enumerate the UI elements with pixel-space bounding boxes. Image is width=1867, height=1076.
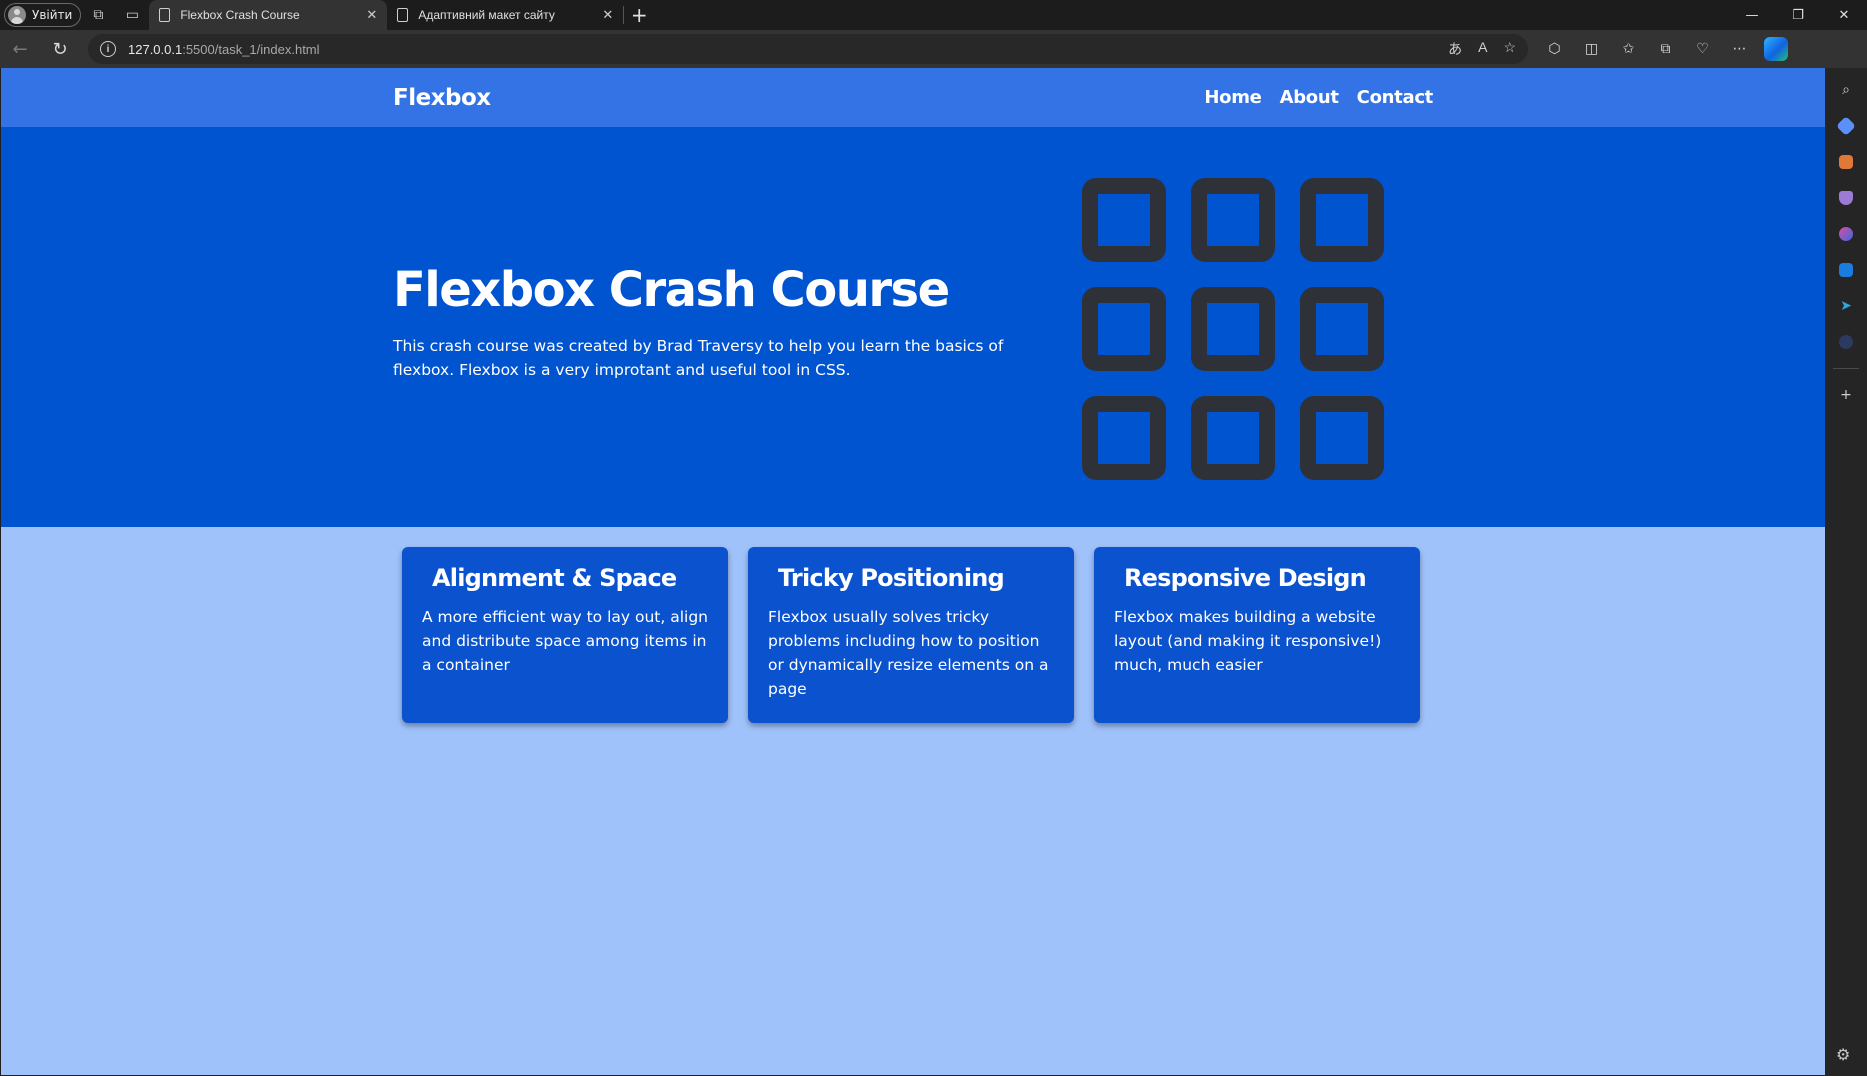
extensions-icon[interactable]: ⬡ bbox=[1536, 30, 1573, 68]
card-title: Alignment & Space bbox=[432, 564, 677, 592]
card-positioning: Tricky Positioning Flexbox usually solve… bbox=[748, 547, 1074, 723]
close-icon[interactable]: ✕ bbox=[602, 7, 613, 23]
close-window-icon[interactable]: ✕ bbox=[1821, 0, 1867, 30]
page-viewport: Flexbox Home About Contact Flexbox Crash… bbox=[1, 68, 1825, 1075]
url-host: 127.0.0.1 bbox=[128, 41, 183, 57]
hero-title: Flexbox Crash Course bbox=[393, 262, 950, 318]
site-info-icon[interactable]: i bbox=[100, 41, 116, 57]
reload-icon[interactable]: ↻ bbox=[40, 30, 80, 68]
url-text[interactable]: 127.0.0.1:5500/task_1/index.html bbox=[128, 42, 320, 57]
navbar-container: Flexbox Home About Contact bbox=[393, 85, 1433, 111]
hero-text: Flexbox Crash Course This crash course w… bbox=[393, 264, 1033, 382]
close-icon[interactable]: ✕ bbox=[366, 7, 377, 23]
hero-showcase: Flexbox Crash Course This crash course w… bbox=[1, 127, 1825, 527]
collections-icon[interactable]: ⧉ bbox=[1647, 30, 1684, 68]
card-text: A more efficient way to lay out, align a… bbox=[422, 608, 709, 674]
shopping-icon[interactable] bbox=[1836, 116, 1856, 136]
nav-item-about: About bbox=[1280, 87, 1339, 108]
tab-strip: Увійти ⧉ ▭ Flexbox Crash Course ✕ Адапти… bbox=[0, 0, 1867, 30]
tab-label: Flexbox Crash Course bbox=[180, 8, 300, 22]
add-icon[interactable]: + bbox=[1836, 385, 1856, 405]
site-logo[interactable]: Flexbox bbox=[393, 85, 491, 111]
sidebar-divider bbox=[1833, 368, 1859, 369]
tools-icon[interactable] bbox=[1836, 152, 1856, 172]
new-tab-button[interactable]: + bbox=[624, 3, 654, 27]
card-text: Flexbox makes building a website layout … bbox=[1114, 608, 1382, 674]
tab-flexbox[interactable]: Flexbox Crash Course ✕ bbox=[149, 0, 388, 30]
site-navbar: Flexbox Home About Contact bbox=[1, 68, 1825, 127]
telegram-icon[interactable]: ➤ bbox=[1836, 296, 1856, 316]
translate-icon[interactable]: あ bbox=[1448, 39, 1462, 59]
grid-cell bbox=[1082, 287, 1166, 371]
grid-cell bbox=[1082, 178, 1166, 262]
grid-cell bbox=[1191, 287, 1275, 371]
nav-link-about[interactable]: About bbox=[1280, 87, 1339, 108]
window-controls: — ❐ ✕ bbox=[1729, 0, 1867, 30]
grid-cell bbox=[1191, 396, 1275, 480]
settings-gear-icon[interactable]: ⚙ bbox=[1836, 1045, 1850, 1064]
grid-cell bbox=[1191, 178, 1275, 262]
workspaces-icon[interactable]: ⧉ bbox=[81, 0, 115, 30]
favorite-star-icon[interactable]: ☆ bbox=[1503, 39, 1516, 59]
nav-link-contact[interactable]: Contact bbox=[1357, 87, 1434, 108]
split-screen-icon[interactable]: ◫ bbox=[1573, 30, 1610, 68]
profile-button[interactable]: Увійти bbox=[4, 3, 82, 27]
nav-menu: Home About Contact bbox=[1204, 87, 1433, 108]
minimize-icon[interactable]: — bbox=[1729, 0, 1775, 30]
copilot-icon[interactable] bbox=[1764, 37, 1788, 61]
grid-cell bbox=[1300, 396, 1384, 480]
tab-actions-icon[interactable]: ▭ bbox=[115, 0, 149, 30]
card-responsive: Responsive Design Flexbox makes building… bbox=[1094, 547, 1420, 723]
games-icon[interactable] bbox=[1836, 188, 1856, 208]
back-icon[interactable]: ← bbox=[0, 30, 40, 68]
hero-description: This crash course was created by Brad Tr… bbox=[393, 336, 1004, 379]
grid-cell bbox=[1300, 178, 1384, 262]
tab-adaptive[interactable]: Адаптивний макет сайту ✕ bbox=[387, 0, 623, 30]
edge-sidebar: ⌕ ➤ + ⚙ bbox=[1825, 68, 1867, 1076]
page-icon bbox=[397, 8, 409, 22]
card-title: Responsive Design bbox=[1124, 564, 1367, 592]
restore-icon[interactable]: ❐ bbox=[1775, 0, 1821, 30]
outlook-icon[interactable] bbox=[1836, 260, 1856, 280]
more-menu-icon[interactable]: ⋯ bbox=[1721, 30, 1758, 68]
profile-label: Увійти bbox=[32, 8, 73, 22]
app-icon[interactable] bbox=[1836, 332, 1856, 352]
nav-item-contact: Contact bbox=[1357, 87, 1434, 108]
grid-cell bbox=[1082, 396, 1166, 480]
read-aloud-icon[interactable]: A bbox=[1478, 39, 1487, 59]
browser-essentials-icon[interactable]: ♡ bbox=[1684, 30, 1721, 68]
feature-cards: Alignment & Space A more efficient way t… bbox=[402, 547, 1825, 723]
avatar-icon bbox=[8, 6, 26, 24]
card-text: Flexbox usually solves tricky problems i… bbox=[768, 608, 1049, 698]
url-field[interactable]: i 127.0.0.1:5500/task_1/index.html あ A ☆ bbox=[88, 34, 1528, 64]
search-icon[interactable]: ⌕ bbox=[1836, 80, 1856, 100]
nav-item-home: Home bbox=[1204, 87, 1262, 108]
page-icon bbox=[159, 8, 171, 22]
address-bar: ← ↻ i 127.0.0.1:5500/task_1/index.html あ… bbox=[0, 30, 1867, 68]
grid-icon bbox=[1082, 178, 1384, 480]
card-alignment: Alignment & Space A more efficient way t… bbox=[402, 547, 728, 723]
card-title: Tricky Positioning bbox=[778, 564, 1005, 592]
grid-cell bbox=[1300, 287, 1384, 371]
nav-link-home[interactable]: Home bbox=[1204, 87, 1262, 108]
omnibox-actions: あ A ☆ bbox=[1448, 39, 1528, 59]
tab-label: Адаптивний макет сайту bbox=[418, 8, 555, 22]
favorites-icon[interactable]: ✩ bbox=[1610, 30, 1647, 68]
microsoft-365-icon[interactable] bbox=[1836, 224, 1856, 244]
toolbar: ⬡ ◫ ✩ ⧉ ♡ ⋯ bbox=[1536, 30, 1758, 68]
url-path: :5500/task_1/index.html bbox=[182, 41, 320, 57]
